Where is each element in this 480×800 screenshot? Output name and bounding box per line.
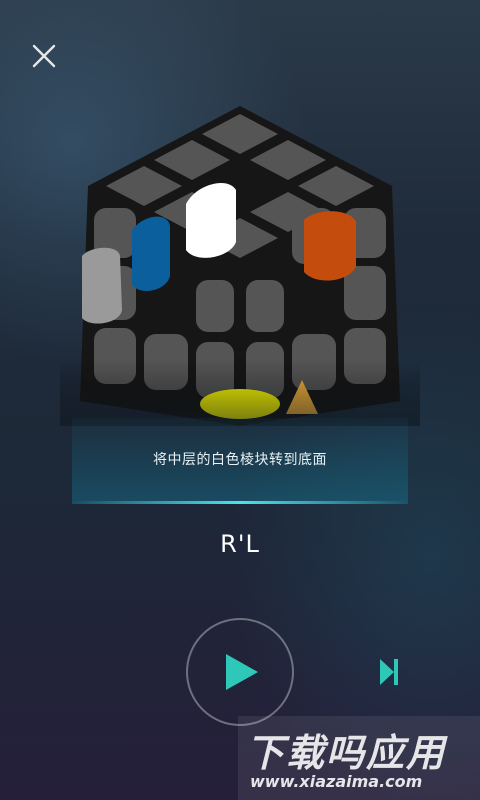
skip-next-icon bbox=[380, 659, 398, 685]
close-button[interactable] bbox=[26, 38, 62, 74]
watermark: 下载吗应用 www.xiazaima.com bbox=[238, 716, 480, 800]
cube-3d-view[interactable] bbox=[60, 96, 420, 426]
next-step-button[interactable] bbox=[374, 654, 406, 690]
instruction-text: 将中层的白色棱块转到底面 bbox=[153, 452, 327, 468]
play-button[interactable] bbox=[186, 618, 294, 726]
close-icon bbox=[32, 44, 56, 68]
play-icon bbox=[226, 654, 258, 690]
watermark-title: 下载吗应用 bbox=[246, 731, 447, 775]
watermark-url: www.xiazaima.com bbox=[250, 772, 423, 791]
move-notation: R'L bbox=[220, 530, 260, 558]
instruction-panel: 将中层的白色棱块转到底面 bbox=[72, 418, 408, 504]
